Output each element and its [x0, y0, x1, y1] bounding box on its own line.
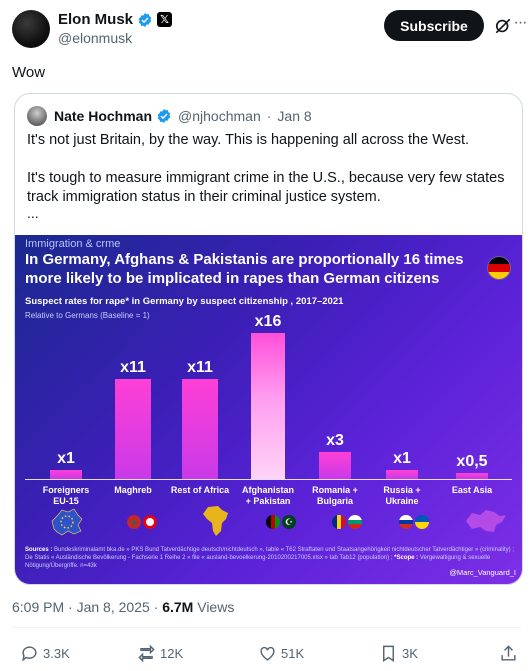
bar-value-label: x16	[254, 313, 282, 330]
quote-date: Jan 8	[277, 108, 312, 124]
views-count: 6.7M	[162, 599, 194, 615]
bar-3	[251, 333, 285, 479]
repost-icon	[138, 644, 155, 663]
bar-value-label: x3	[326, 431, 344, 449]
category-label: Russia + Ukraine	[383, 485, 421, 506]
flag-stripe	[488, 257, 510, 265]
divider	[12, 627, 521, 628]
verified-badge-icon	[157, 109, 171, 123]
like-count: 51K	[281, 646, 305, 661]
author-avatar[interactable]	[12, 10, 50, 48]
infographic-credit: @Marc_Vanguard_I	[449, 568, 516, 577]
east-asia-map-icon	[466, 510, 506, 532]
author-name-row: Elon Musk 𝕏	[58, 11, 173, 28]
bar-value-label: x11	[187, 358, 213, 376]
more-options-icon[interactable]: ···	[509, 14, 531, 36]
bulgaria-flag-icon	[348, 515, 362, 529]
reply-icon	[22, 646, 37, 662]
like-button[interactable]: 51K	[258, 644, 304, 663]
bar-4	[319, 451, 351, 479]
share-icon	[501, 645, 516, 661]
tweet-actions: 3.3K 12K 51K 3K	[12, 644, 521, 664]
author-name[interactable]: Elon Musk	[58, 11, 133, 28]
bar-value-label: x1	[393, 449, 411, 467]
ukraine-flag-icon	[415, 515, 429, 529]
quote-author-handle: @njhochman	[178, 108, 261, 124]
views-label: Views	[197, 599, 235, 615]
tunisia-flag-icon	[143, 515, 157, 529]
category-label: East Asia	[451, 485, 493, 495]
meta-separator: ·	[68, 599, 73, 615]
quote-ellipsis: ...	[27, 205, 39, 221]
author-handle[interactable]: @elonmusk	[58, 30, 132, 46]
repost-count: 12K	[160, 646, 184, 661]
infographic-title: In Germany, Afghans & Pakistanis are pro…	[25, 251, 464, 287]
quote-header: Nate Hochman @njhochman · Jan 8	[27, 106, 312, 126]
bookmark-count: 3K	[402, 646, 418, 661]
subscribe-button[interactable]: Subscribe	[384, 10, 484, 41]
eu-map-icon	[51, 508, 83, 536]
tweet-text: Wow	[12, 64, 46, 81]
africa-map-icon	[203, 506, 228, 536]
tweet-meta: 6:09 PM · Jan 8, 2025 · 6.7M Views	[12, 599, 234, 615]
infographic-footer: Sources : Bundeskriminalamt bka.de » PKS…	[25, 546, 515, 570]
chart-axis-line	[25, 479, 512, 480]
quote-author-avatar	[27, 106, 47, 126]
footer-scope-label: *Scope :	[394, 555, 419, 561]
quote-author-name: Nate Hochman	[54, 108, 153, 124]
flag-stripe	[488, 264, 510, 272]
infographic-subtitle: Suspect rates for rape* in Germany by su…	[25, 296, 344, 307]
meta-separator: ·	[153, 599, 159, 615]
bar-5	[386, 469, 418, 479]
bar-2	[182, 378, 218, 479]
heart-icon	[260, 646, 275, 661]
romania-flag-icon	[332, 515, 346, 529]
tweet-header: Elon Musk 𝕏 @elonmusk Subscribe ···	[12, 8, 527, 48]
bookmark-button[interactable]: 3K	[379, 644, 418, 663]
russia-flag-icon	[399, 515, 413, 529]
repost-button[interactable]: 12K	[137, 644, 183, 663]
quote-separator: ·	[266, 108, 272, 124]
afghanistan-flag-icon	[266, 515, 280, 529]
infographic-baseline-note: Relative to Germans (Baseline = 1)	[25, 311, 150, 320]
reply-button[interactable]: 3.3K	[20, 644, 70, 663]
germany-flag-icon	[487, 256, 511, 280]
bar-0	[50, 469, 82, 479]
tweet-time[interactable]: 6:09 PM	[12, 599, 64, 615]
footer-sources-label: Sources :	[25, 547, 53, 553]
pakistan-flag-icon: ☪	[282, 515, 296, 529]
quote-text: It's not just Britain, by the way. This …	[27, 131, 513, 226]
bar-value-label: x1	[57, 449, 75, 467]
bookmark-icon	[383, 645, 394, 662]
infographic-image[interactable]: Immigration & crme In Germany, Afghans &…	[15, 235, 522, 584]
quote-paragraph-2: It's tough to measure immigrant crime in…	[27, 170, 505, 205]
reply-count: 3.3K	[43, 646, 70, 661]
flag-stripe	[488, 271, 510, 279]
morocco-flag-icon: ★	[127, 515, 141, 529]
tweet-date[interactable]: Jan 8, 2025	[77, 599, 150, 615]
share-button[interactable]	[499, 644, 518, 663]
bar-1	[115, 378, 151, 479]
quoted-tweet[interactable]: Nate Hochman @njhochman · Jan 8 It's not…	[14, 93, 523, 585]
verified-badge-icon	[138, 12, 152, 27]
infographic-kicker: Immigration & crme	[25, 238, 121, 250]
bar-value-label: x0,5	[456, 453, 488, 470]
x-affiliate-badge-icon: 𝕏	[157, 12, 173, 27]
quote-paragraph-1: It's not just Britain, by the way. This …	[27, 132, 470, 148]
